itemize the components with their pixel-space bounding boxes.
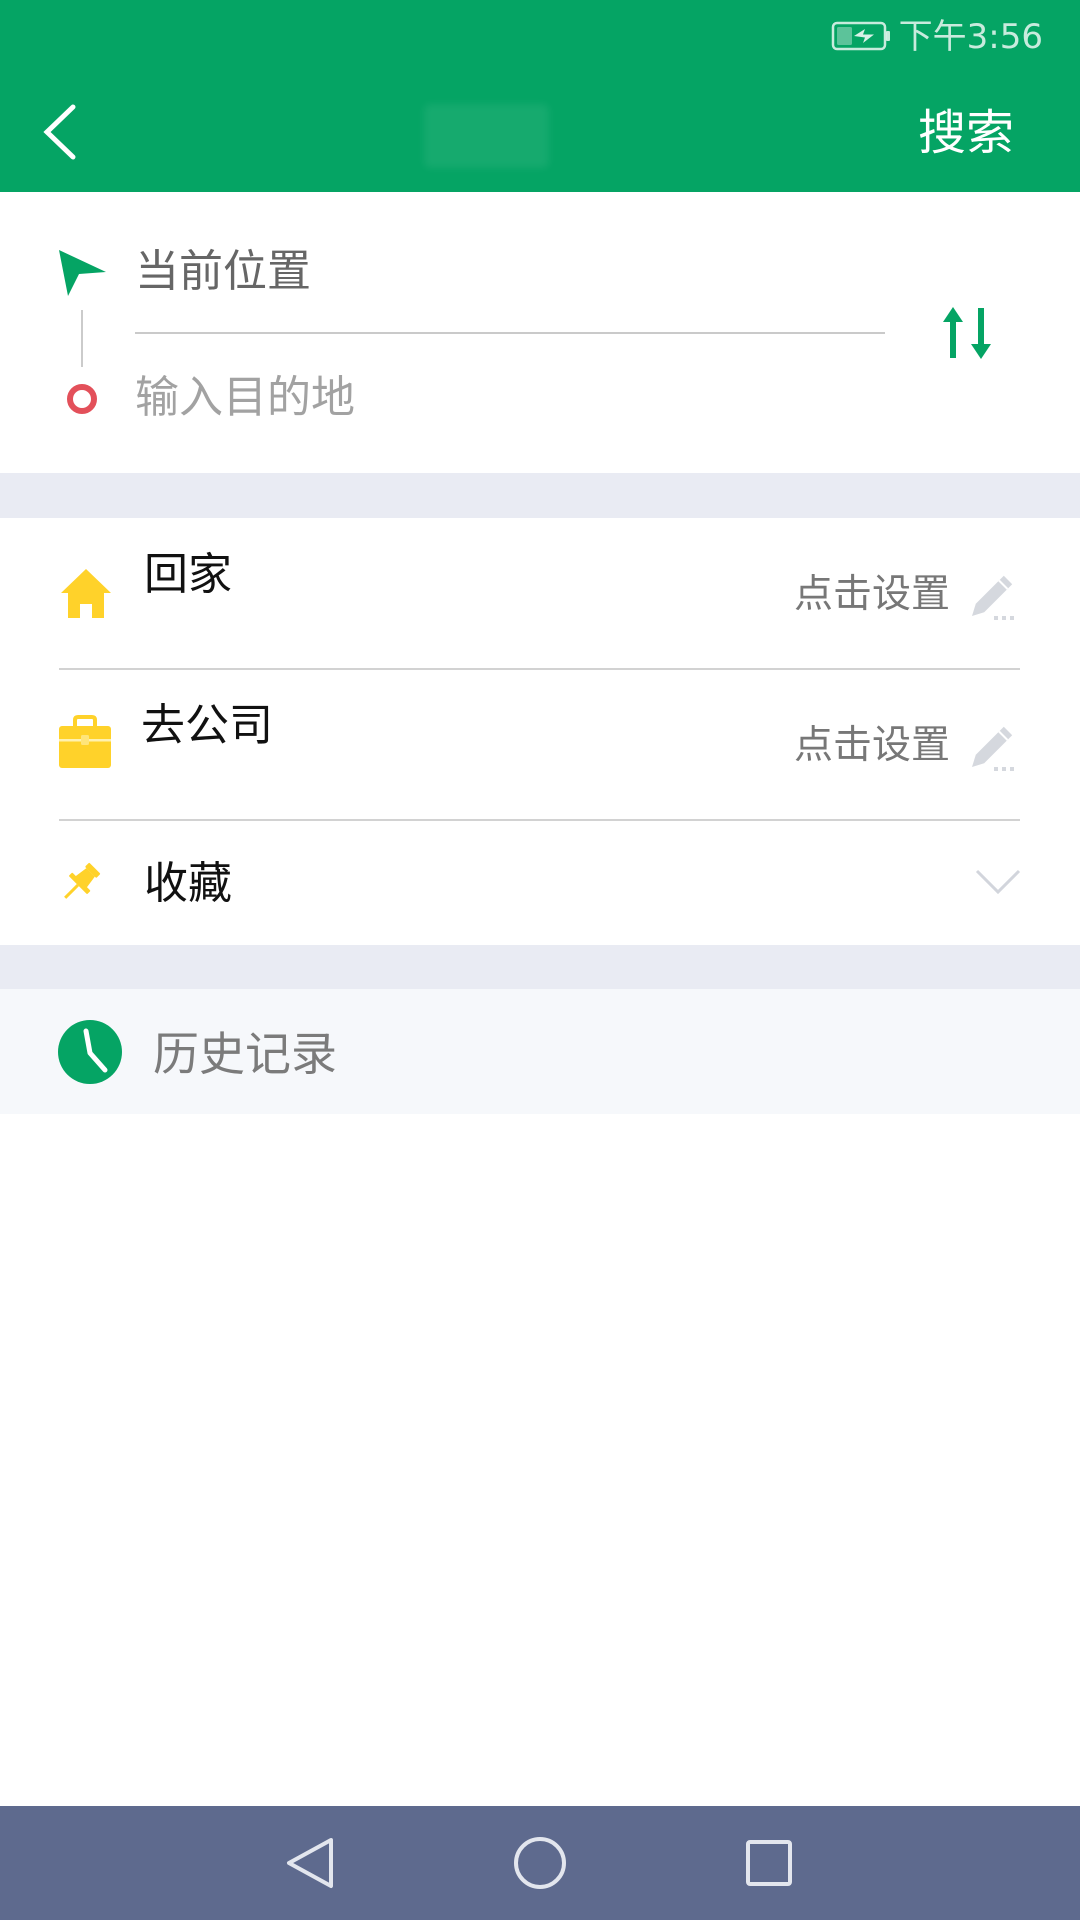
route-divider	[135, 332, 885, 334]
page-title-obscured	[424, 104, 549, 168]
set-action-label: 点击设置	[793, 723, 950, 768]
shortcut-label: 去公司	[141, 700, 273, 751]
search-button[interactable]: 搜索	[918, 102, 1014, 164]
clock-icon	[58, 1020, 122, 1084]
battery-charging-icon	[831, 21, 890, 51]
home-icon	[61, 569, 111, 618]
nav-back-button[interactable]	[280, 1832, 340, 1894]
origin-field[interactable]	[135, 244, 725, 300]
back-triangle-icon	[287, 1838, 333, 1888]
recents-square-icon	[746, 1840, 792, 1886]
swap-vertical-icon	[943, 307, 991, 359]
section-separator	[0, 945, 1080, 989]
set-work-button[interactable]: 点击设置	[794, 718, 1020, 774]
set-home-button[interactable]: 点击设置	[794, 567, 1020, 623]
chevron-left-icon	[43, 104, 76, 160]
nav-home-button[interactable]	[508, 1831, 572, 1895]
shortcut-work-row[interactable]: 去公司 点击设置	[0, 669, 1080, 819]
route-connector-line	[81, 310, 83, 367]
briefcase-icon	[59, 715, 111, 768]
chevron-down-icon[interactable]	[974, 866, 1022, 898]
app-header: 下午3:56 搜索	[0, 0, 1080, 192]
pencil-icon	[972, 726, 1014, 771]
status-time: 下午3:56	[898, 17, 1043, 57]
route-input-panel	[0, 192, 1080, 473]
pencil-icon	[972, 575, 1014, 620]
navigation-arrow-icon	[59, 250, 106, 296]
swap-route-button[interactable]	[941, 304, 995, 362]
pushpin-icon	[64, 862, 101, 899]
destination-ring-icon	[67, 384, 97, 414]
home-circle-icon	[514, 1837, 566, 1889]
favorites-label: 收藏	[144, 858, 232, 909]
system-nav-bar	[0, 1806, 1080, 1920]
shortcut-home-row[interactable]: 回家 点击设置	[0, 518, 1080, 668]
history-label: 历史记录	[153, 1027, 337, 1081]
destination-field[interactable]	[135, 370, 725, 426]
shortcut-label: 回家	[144, 549, 232, 600]
shortcut-list: 回家 点击设置 去公司 点击设置 收藏	[0, 518, 1080, 945]
set-action-label: 点击设置	[793, 572, 950, 617]
history-section-header: 历史记录	[0, 989, 1080, 1114]
back-button[interactable]	[30, 92, 94, 172]
nav-recents-button[interactable]	[744, 1838, 794, 1888]
favorites-row[interactable]: 收藏	[0, 820, 1080, 945]
section-separator	[0, 473, 1080, 518]
